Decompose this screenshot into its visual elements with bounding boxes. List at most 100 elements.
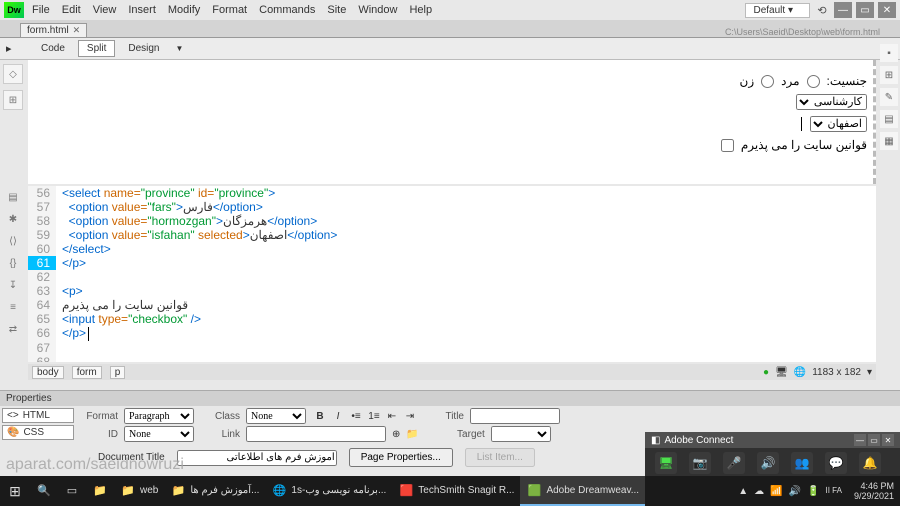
close-button[interactable]: ✕ xyxy=(878,2,896,18)
taskbar-item[interactable]: 🟩Adobe Dreamweav... xyxy=(520,476,645,506)
ul-button[interactable]: •≡ xyxy=(348,408,364,424)
tray-lang[interactable]: ا‌ا FA xyxy=(825,487,841,495)
design-view-button[interactable]: Design xyxy=(119,40,168,57)
sync-icon[interactable]: ⟲ xyxy=(814,2,830,18)
indent-button[interactable]: ⇥ xyxy=(402,408,418,424)
taskbar-item[interactable]: 🟥TechSmith Snagit R... xyxy=(392,476,520,506)
gutter-icon[interactable]: ⟨⟩ xyxy=(3,232,23,250)
watermark-text: aparat.com/saeidnowruzi xyxy=(6,456,184,474)
device-icon[interactable]: 🖥 xyxy=(775,367,788,378)
panel-icon[interactable]: ▪ xyxy=(880,44,898,62)
gutter-icon[interactable]: ↧ xyxy=(3,276,23,294)
notify-icon[interactable]: 🔔 xyxy=(859,452,881,474)
rail-icon[interactable]: ◇ xyxy=(3,64,23,84)
rail-icon[interactable]: ⊞ xyxy=(3,90,23,110)
gender-female-radio[interactable] xyxy=(761,75,774,88)
link-input[interactable] xyxy=(246,426,386,442)
class-select[interactable]: None xyxy=(246,408,306,424)
taskbar-item[interactable]: 🌐‎1s-برنامه نویسی وب... xyxy=(265,476,392,506)
panel-icon[interactable]: ▦ xyxy=(880,132,898,150)
panel-icon[interactable]: ▤ xyxy=(880,110,898,128)
task-view-button[interactable]: ▭ xyxy=(58,476,86,506)
file-tab[interactable]: form.html ✕ xyxy=(20,23,87,37)
html-mode-button[interactable]: <> HTML xyxy=(2,408,74,423)
menu-window[interactable]: Window xyxy=(358,4,397,16)
tray-cloud-icon[interactable]: ☁ xyxy=(754,486,764,497)
code-view-button[interactable]: Code xyxy=(32,40,74,57)
title-input[interactable] xyxy=(470,408,560,424)
tray-wifi-icon[interactable]: 📶 xyxy=(770,486,782,497)
panel-icon[interactable]: ✎ xyxy=(880,88,898,106)
tag-crumb-p[interactable]: p xyxy=(110,366,126,379)
male-label: مرد xyxy=(781,74,799,88)
attendees-icon[interactable]: 👥 xyxy=(791,452,813,474)
menu-format[interactable]: Format xyxy=(212,4,247,16)
globe-icon[interactable]: 🌐 xyxy=(794,367,806,378)
link-folder-icon[interactable]: 📁 xyxy=(406,429,418,440)
taskbar-item[interactable]: 📁web xyxy=(114,476,164,506)
menu-commands[interactable]: Commands xyxy=(259,4,315,16)
bold-button[interactable]: B xyxy=(312,408,328,424)
tag-crumb-body[interactable]: body xyxy=(32,366,64,379)
menu-edit[interactable]: Edit xyxy=(62,4,81,16)
connect-close-button[interactable]: ✕ xyxy=(882,434,894,446)
mic-icon[interactable]: 🎤 xyxy=(723,452,745,474)
menu-help[interactable]: Help xyxy=(409,4,432,16)
share-screen-icon[interactable]: 🖥 xyxy=(655,452,677,474)
tray-volume-icon[interactable]: 🔊 xyxy=(789,486,801,497)
maximize-button[interactable]: ▭ xyxy=(856,2,874,18)
menu-insert[interactable]: Insert xyxy=(128,4,156,16)
degree-select[interactable]: کارشناسی xyxy=(796,94,867,110)
menu-modify[interactable]: Modify xyxy=(168,4,200,16)
gutter-icon[interactable]: ✱ xyxy=(3,210,23,228)
gutter-icon[interactable]: ≡ xyxy=(3,298,23,316)
ol-button[interactable]: 1≡ xyxy=(366,408,382,424)
dreamweaver-logo-icon: Dw xyxy=(4,2,24,18)
link-browse-icon[interactable]: ⊕ xyxy=(392,429,400,440)
search-button[interactable]: 🔍 xyxy=(30,476,58,506)
province-select[interactable]: اصفهان xyxy=(810,116,867,132)
outdent-button[interactable]: ⇤ xyxy=(384,408,400,424)
terms-checkbox[interactable] xyxy=(721,139,734,152)
italic-button[interactable]: I xyxy=(330,408,346,424)
close-tab-icon[interactable]: ✕ xyxy=(73,25,81,36)
webcam-icon[interactable]: 📷 xyxy=(689,452,711,474)
css-mode-button[interactable]: 🎨 CSS xyxy=(2,425,74,440)
doc-title-input[interactable] xyxy=(177,450,337,466)
speaker-icon[interactable]: 🔊 xyxy=(757,452,779,474)
target-select[interactable] xyxy=(491,426,551,442)
view-dropdown-icon[interactable]: ▼ xyxy=(173,44,187,53)
tag-crumb-form[interactable]: form xyxy=(72,366,102,379)
taskbar-clock[interactable]: 4:46 PM 9/29/2021 xyxy=(848,481,900,501)
connect-min-button[interactable]: — xyxy=(854,434,866,446)
explorer-button[interactable]: 📁 xyxy=(86,476,114,506)
design-view[interactable]: جنسیت: مرد زن کارشناسی اصفهان قوانین سای… xyxy=(28,60,876,184)
menu-site[interactable]: Site xyxy=(327,4,346,16)
workspace-layout-combo[interactable]: Default ▾ xyxy=(745,3,811,18)
menubar: File Edit View Insert Modify Format Comm… xyxy=(32,4,745,16)
text-cursor xyxy=(801,117,802,131)
gutter-icon[interactable]: {} xyxy=(3,254,23,272)
code-view[interactable]: 56<select name="province" id="province">… xyxy=(28,186,876,362)
minimize-button[interactable]: — xyxy=(834,2,852,18)
tray-battery-icon[interactable]: 🔋 xyxy=(807,486,819,497)
chat-icon[interactable]: 💬 xyxy=(825,452,847,474)
panel-icon[interactable]: ⊞ xyxy=(880,66,898,84)
split-view-button[interactable]: Split xyxy=(78,40,115,57)
id-select[interactable]: None xyxy=(124,426,194,442)
format-select[interactable]: Paragraph xyxy=(124,408,194,424)
tray-expand-icon[interactable]: ▲ xyxy=(738,486,748,497)
menu-file[interactable]: File xyxy=(32,4,50,16)
start-button[interactable]: ⊞ xyxy=(0,476,30,506)
taskbar-item[interactable]: 📁آموزش فرم ها... xyxy=(164,476,265,506)
gender-male-radio[interactable] xyxy=(807,75,820,88)
gutter-icon[interactable]: ▤ xyxy=(3,188,23,206)
connect-max-button[interactable]: ▭ xyxy=(868,434,880,446)
adobe-connect-window[interactable]: ◧ Adobe Connect — ▭ ✕ 🖥 📷 🎤 🔊 👥 💬 🔔 xyxy=(645,432,900,476)
menu-view[interactable]: View xyxy=(93,4,117,16)
toolbar-collapse-icon[interactable]: ▸ xyxy=(6,42,28,55)
list-item-button[interactable]: List Item... xyxy=(465,448,535,467)
page-properties-button[interactable]: Page Properties... xyxy=(349,448,453,467)
gutter-icon[interactable]: ⇄ xyxy=(3,320,23,338)
tag-selector-bar: body form p ● 🖥 🌐 1183 x 182▾ xyxy=(28,364,876,380)
